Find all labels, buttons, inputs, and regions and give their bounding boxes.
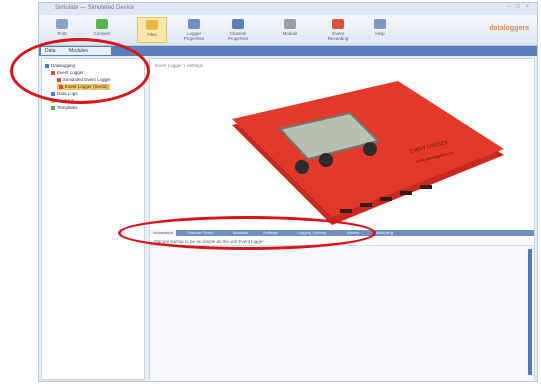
files-label: Files xyxy=(147,32,157,37)
connect-icon xyxy=(96,19,108,29)
channel-properties-label: Channel Properties xyxy=(227,31,249,41)
device-port xyxy=(420,185,432,189)
event-recording-label: Event Recording xyxy=(327,31,349,41)
details-panel xyxy=(150,245,534,381)
event-recording-button[interactable]: Event Recording xyxy=(323,17,353,43)
device-port xyxy=(360,203,372,207)
files-button[interactable]: Files xyxy=(137,17,167,43)
logger-properties-button[interactable]: Logger Properties xyxy=(179,17,209,43)
device-port xyxy=(380,197,392,201)
device-button-middle xyxy=(319,153,333,167)
help-label: Help xyxy=(375,31,385,36)
logger-properties-icon xyxy=(188,19,200,29)
device-port xyxy=(400,191,412,195)
print-icon xyxy=(56,19,68,29)
help-button[interactable]: Help xyxy=(365,17,395,43)
tree-node-templates[interactable]: Templates xyxy=(51,105,78,111)
vertical-scrollbar[interactable] xyxy=(528,249,532,375)
tree-node-label: Templates xyxy=(57,105,78,110)
templates-icon xyxy=(51,105,55,110)
logger-properties-label: Logger Properties xyxy=(183,31,205,41)
highlight-circle-tree xyxy=(10,38,150,104)
device-button-left xyxy=(295,160,309,174)
highlight-circle-tabs xyxy=(118,216,376,250)
brand-logo: dataloggers xyxy=(489,25,529,32)
event-logger-device-image: EVENT LOGGER www.dataloggers.com xyxy=(232,81,504,225)
module-button[interactable]: Module xyxy=(275,17,305,43)
module-icon xyxy=(284,19,296,29)
window-controls[interactable]: – □ × xyxy=(507,4,531,10)
files-icon xyxy=(146,20,158,30)
device-tree: Datalogging Event Logger Simulated Event… xyxy=(41,58,145,380)
channel-properties-button[interactable]: Channel Properties xyxy=(223,17,253,43)
device-port xyxy=(340,209,352,213)
module-label: Module xyxy=(282,31,298,36)
print-label: Print xyxy=(57,31,67,36)
window-title: Simulate — Simulated Device xyxy=(55,5,135,11)
preview-label: Event Logger 1 Settings xyxy=(155,63,204,68)
channel-properties-icon xyxy=(232,19,244,29)
device-button-right xyxy=(363,142,377,156)
help-icon xyxy=(374,19,386,29)
connect-label: Connect xyxy=(93,31,111,36)
event-recording-icon xyxy=(332,19,344,29)
